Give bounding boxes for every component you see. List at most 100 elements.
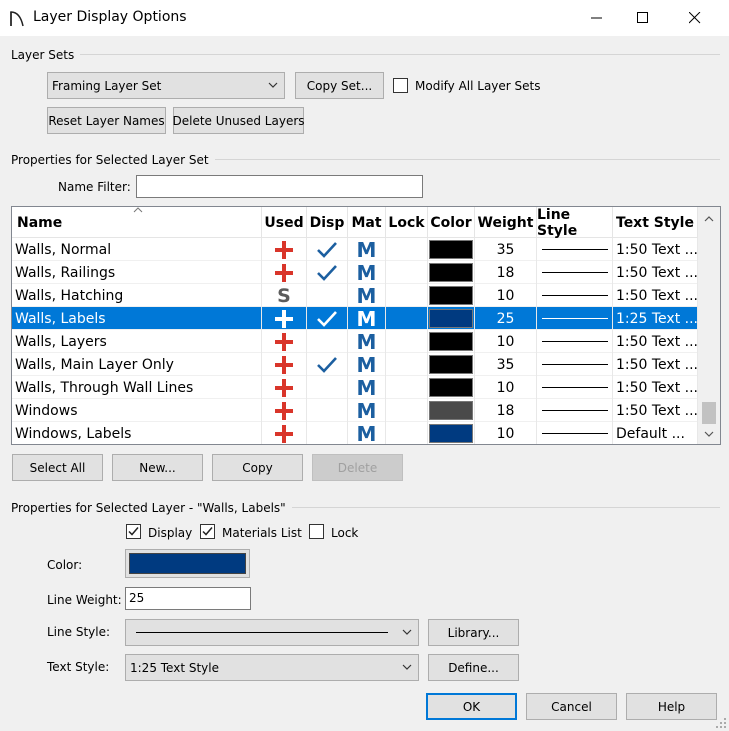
lock-cell[interactable] xyxy=(386,238,428,261)
lock-cell[interactable] xyxy=(386,376,428,399)
select-all-button[interactable]: Select All xyxy=(12,454,103,481)
table-row[interactable]: Walls, Layers M 10 1:50 Text ... xyxy=(12,330,698,353)
text-style-cell[interactable]: 1:50 Text ... xyxy=(613,353,698,376)
new-layer-button[interactable]: New... xyxy=(112,454,203,481)
name-filter-input[interactable] xyxy=(136,175,423,198)
close-button[interactable] xyxy=(672,0,718,36)
line-style-cell[interactable] xyxy=(537,422,613,444)
line-style-cell[interactable] xyxy=(537,330,613,353)
lock-cell[interactable] xyxy=(386,399,428,422)
color-cell[interactable] xyxy=(428,238,475,261)
layer-name-cell[interactable]: Walls, Main Layer Only xyxy=(12,353,262,376)
copy-layer-button[interactable]: Copy xyxy=(212,454,303,481)
layer-name-cell[interactable]: Walls, Normal xyxy=(12,238,262,261)
display-cell[interactable] xyxy=(307,284,348,307)
define-button[interactable]: Define... xyxy=(428,654,519,681)
lock-checkbox[interactable] xyxy=(309,524,324,539)
display-cell[interactable] xyxy=(307,376,348,399)
column-header-weight[interactable]: Weight xyxy=(475,207,537,238)
materials-cell[interactable]: M xyxy=(348,353,386,376)
materials-cell[interactable]: M xyxy=(348,330,386,353)
column-header-mat[interactable]: Mat xyxy=(348,207,386,238)
text-style-cell[interactable]: 1:50 Text ... xyxy=(613,330,698,353)
resize-grip-icon[interactable] xyxy=(716,718,727,729)
color-picker-button[interactable] xyxy=(125,549,250,578)
line-style-dropdown[interactable] xyxy=(125,619,419,646)
table-scrollbar[interactable] xyxy=(698,207,720,444)
used-cell[interactable] xyxy=(262,330,307,353)
used-cell[interactable] xyxy=(262,399,307,422)
display-cell[interactable] xyxy=(307,399,348,422)
scroll-down-icon[interactable] xyxy=(704,431,714,437)
text-style-dropdown[interactable]: 1:25 Text Style xyxy=(125,654,419,681)
delete-layer-button[interactable]: Delete xyxy=(312,454,403,481)
weight-cell[interactable]: 18 xyxy=(475,261,537,284)
display-cell[interactable] xyxy=(307,353,348,376)
materials-cell[interactable]: M xyxy=(348,238,386,261)
table-row[interactable]: Walls, Railings M 18 1:50 Text ... xyxy=(12,261,698,284)
used-cell[interactable] xyxy=(262,238,307,261)
lock-cell[interactable] xyxy=(386,422,428,444)
weight-cell[interactable]: 10 xyxy=(475,422,537,444)
column-header-lock[interactable]: Lock xyxy=(386,207,428,238)
column-header-disp[interactable]: Disp xyxy=(307,207,348,238)
layer-name-cell[interactable]: Windows xyxy=(12,399,262,422)
text-style-cell[interactable]: 1:50 Text ... xyxy=(613,261,698,284)
color-cell[interactable] xyxy=(428,422,475,444)
table-row[interactable]: Walls, Through Wall Lines M 10 1:50 Text ..… xyxy=(12,376,698,399)
layer-name-cell[interactable]: Walls, Hatching xyxy=(12,284,262,307)
text-style-cell[interactable]: 1:50 Text ... xyxy=(613,238,698,261)
layer-name-cell[interactable]: Walls, Labels xyxy=(12,307,262,330)
color-cell[interactable] xyxy=(428,353,475,376)
cancel-button[interactable]: Cancel xyxy=(526,693,617,720)
weight-cell[interactable]: 10 xyxy=(475,376,537,399)
lock-cell[interactable] xyxy=(386,261,428,284)
lock-cell[interactable] xyxy=(386,353,428,376)
used-cell[interactable] xyxy=(262,376,307,399)
text-style-cell[interactable]: 1:50 Text ... xyxy=(613,399,698,422)
color-cell[interactable] xyxy=(428,399,475,422)
display-cell[interactable] xyxy=(307,307,348,330)
weight-cell[interactable]: 10 xyxy=(475,330,537,353)
table-row[interactable]: Windows, Labels M 10 Default ... xyxy=(12,422,698,444)
column-header-color[interactable]: Color xyxy=(428,207,475,238)
text-style-cell[interactable]: 1:50 Text ... xyxy=(613,376,698,399)
delete-unused-layers-button[interactable]: Delete Unused Layers xyxy=(173,107,305,134)
materials-cell[interactable]: M xyxy=(348,307,386,330)
column-header-text-style[interactable]: Text Style xyxy=(613,207,698,238)
help-button[interactable]: Help xyxy=(626,693,717,720)
materials-cell[interactable]: M xyxy=(348,284,386,307)
layer-set-dropdown[interactable]: Framing Layer Set xyxy=(47,72,285,99)
materials-cell[interactable]: M xyxy=(348,422,386,444)
materials-cell[interactable]: M xyxy=(348,261,386,284)
line-style-cell[interactable] xyxy=(537,284,613,307)
table-row[interactable]: Walls, Labels M 25 1:25 Text ... xyxy=(12,307,698,330)
modify-all-checkbox[interactable] xyxy=(393,78,408,93)
used-cell[interactable] xyxy=(262,353,307,376)
ok-button[interactable]: OK xyxy=(426,693,517,720)
color-cell[interactable] xyxy=(428,376,475,399)
line-style-cell[interactable] xyxy=(537,261,613,284)
materials-list-checkbox[interactable] xyxy=(200,524,215,539)
scrollbar-thumb[interactable] xyxy=(702,402,716,424)
library-button[interactable]: Library... xyxy=(428,619,519,646)
weight-cell[interactable]: 35 xyxy=(475,353,537,376)
reset-layer-names-button[interactable]: Reset Layer Names xyxy=(47,107,166,134)
layer-name-cell[interactable]: Walls, Layers xyxy=(12,330,262,353)
scroll-up-icon[interactable] xyxy=(704,216,714,222)
maximize-button[interactable] xyxy=(620,0,666,36)
line-style-cell[interactable] xyxy=(537,307,613,330)
line-style-cell[interactable] xyxy=(537,376,613,399)
weight-cell[interactable]: 10 xyxy=(475,284,537,307)
used-cell[interactable]: S xyxy=(262,284,307,307)
table-row[interactable]: Walls, Hatching S M 10 1:50 Text ... xyxy=(12,284,698,307)
display-checkbox[interactable] xyxy=(126,524,141,539)
column-header-line-style[interactable]: Line Style xyxy=(537,207,613,239)
weight-cell[interactable]: 35 xyxy=(475,238,537,261)
color-cell[interactable] xyxy=(428,307,475,330)
display-cell[interactable] xyxy=(307,330,348,353)
lock-cell[interactable] xyxy=(386,330,428,353)
display-cell[interactable] xyxy=(307,422,348,444)
color-cell[interactable] xyxy=(428,330,475,353)
line-weight-input[interactable]: 25 xyxy=(125,587,251,610)
